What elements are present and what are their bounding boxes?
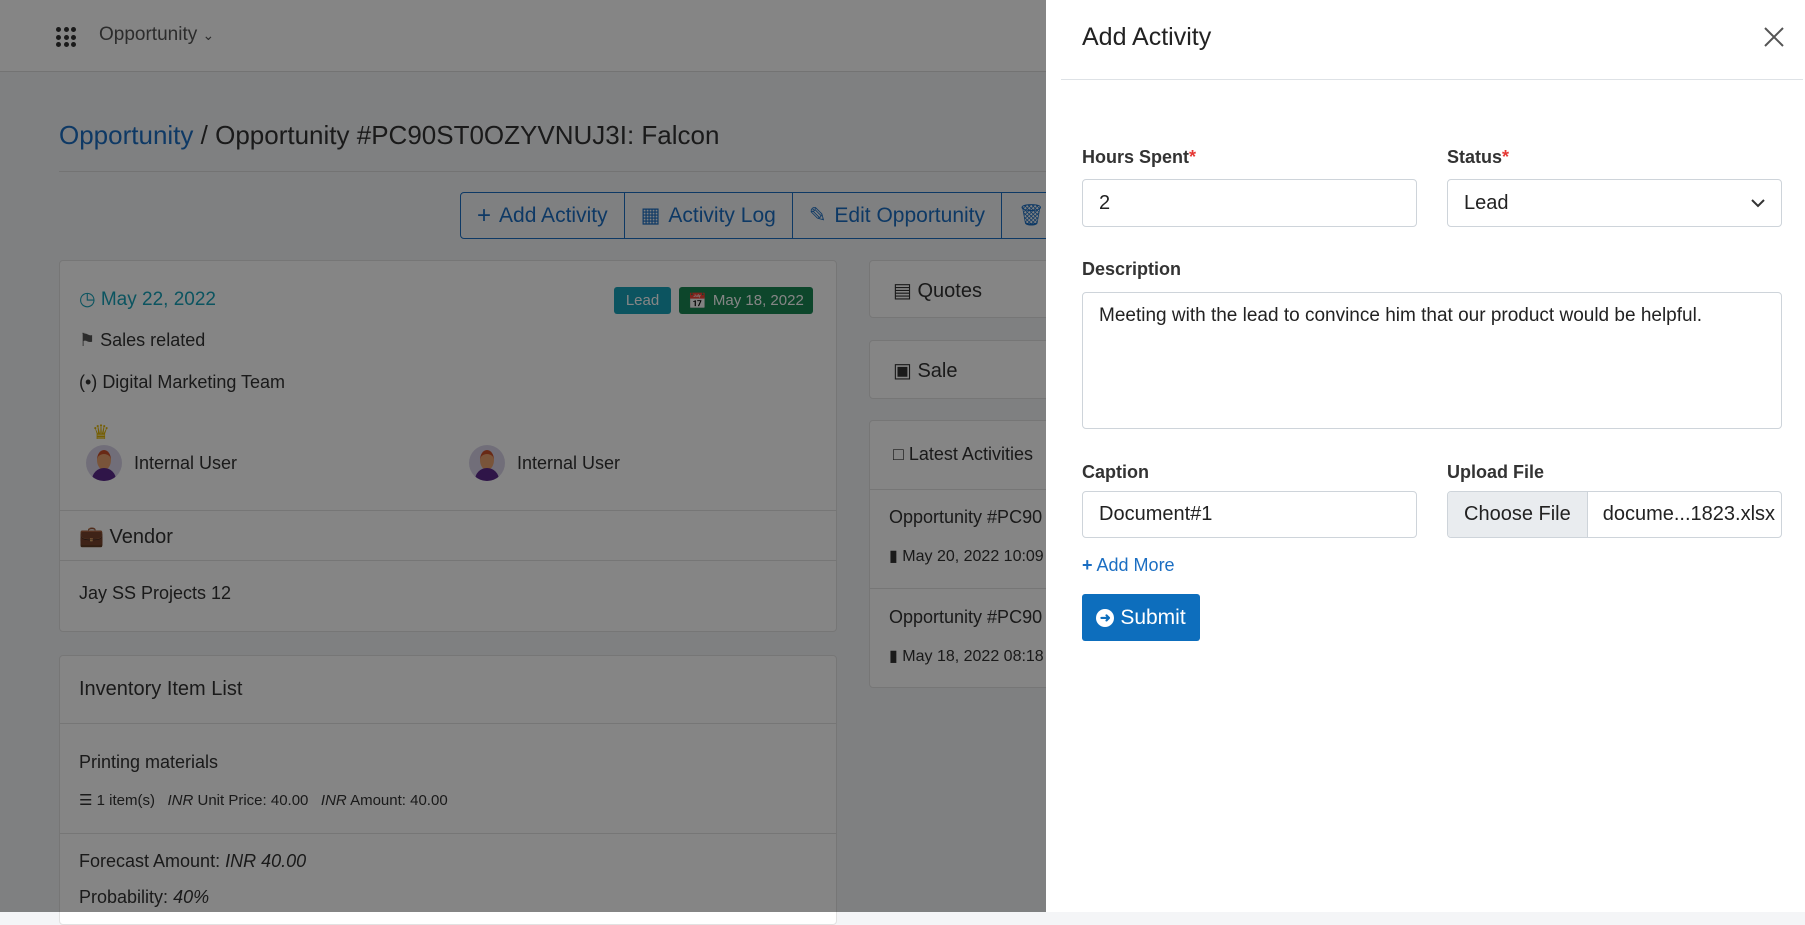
hours-spent-input[interactable]: 2 xyxy=(1082,179,1417,227)
caption-input[interactable]: Document#1 xyxy=(1082,491,1417,538)
status-label: Status* xyxy=(1447,147,1510,167)
modal-backdrop[interactable] xyxy=(0,0,1046,912)
chevron-down-icon xyxy=(1751,199,1765,208)
hours-spent-label: Hours Spent* xyxy=(1082,147,1197,167)
file-input[interactable]: Choose File docume...1823.xlsx xyxy=(1447,491,1782,538)
upload-file-label: Upload File xyxy=(1447,462,1545,482)
close-icon[interactable] xyxy=(1761,24,1787,50)
file-name: docume...1823.xlsx xyxy=(1602,503,1776,525)
description-label: Description xyxy=(1082,259,1182,279)
arrow-circle-right-icon: ➜ xyxy=(1096,608,1115,627)
add-activity-panel: Add Activity Hours Spent* 2 Status* Lead… xyxy=(1046,0,1805,912)
caption-label: Caption xyxy=(1082,462,1149,482)
description-textarea[interactable]: Meeting with the lead to convince him th… xyxy=(1082,292,1782,429)
submit-button[interactable]: ➜ Submit xyxy=(1082,594,1200,641)
status-select[interactable]: Lead xyxy=(1447,179,1782,227)
add-more-link[interactable]: + Add More xyxy=(1082,555,1175,576)
divider xyxy=(1061,79,1803,80)
panel-title: Add Activity xyxy=(1082,23,1212,51)
plus-icon: + xyxy=(1082,555,1093,575)
choose-file-button[interactable]: Choose File xyxy=(1448,492,1588,537)
